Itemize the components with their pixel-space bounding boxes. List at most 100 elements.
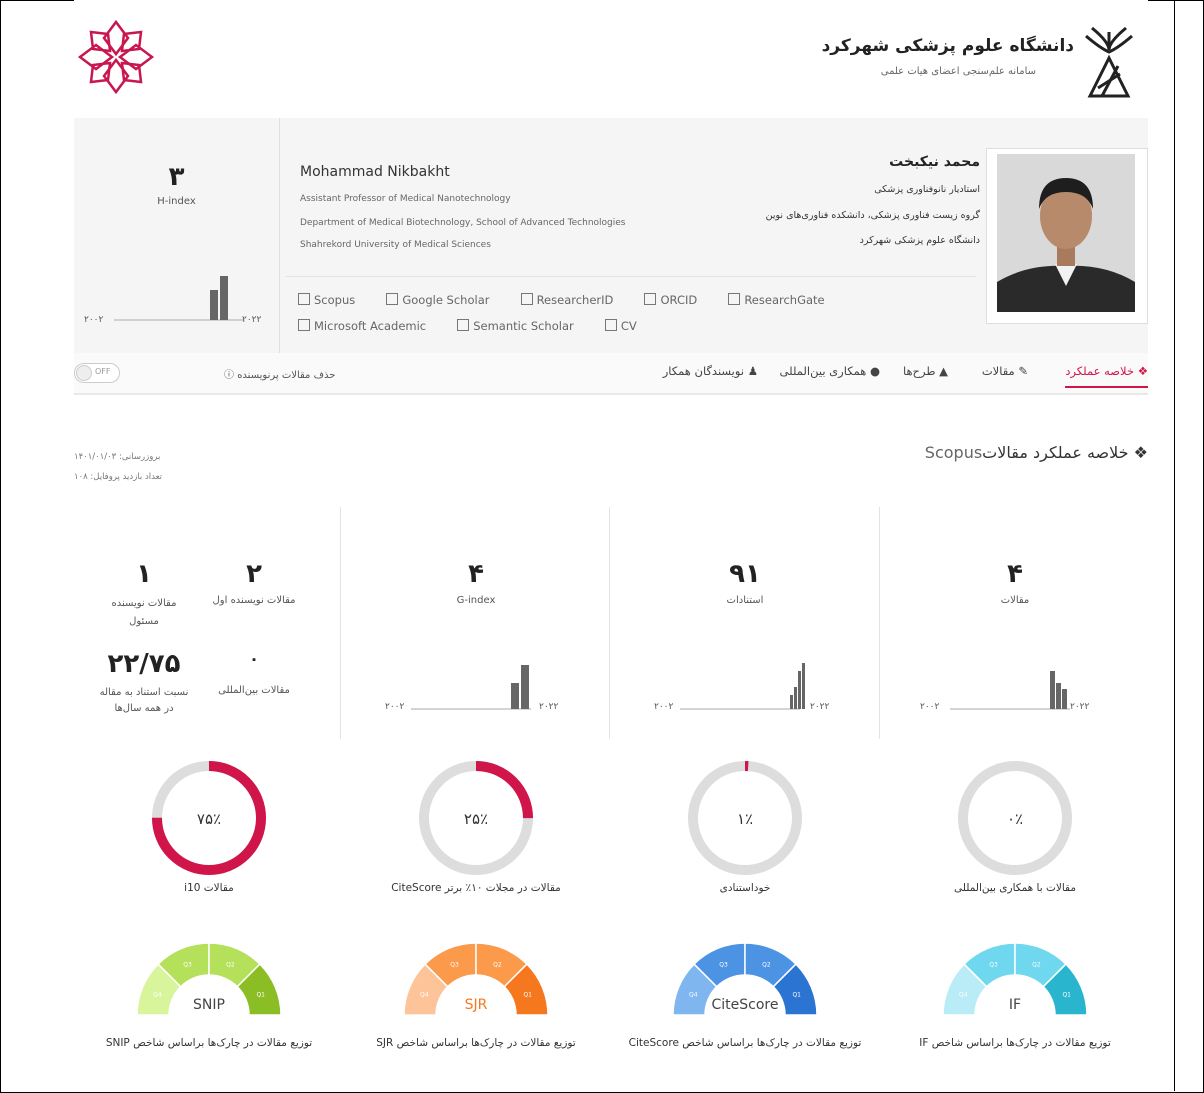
gauge-quartile-label: Q1 (792, 992, 801, 999)
gauge-name: SNIP (193, 997, 225, 1013)
gindex-value: ۴ (468, 559, 484, 589)
gauge-name: IF (1009, 997, 1021, 1013)
gauge-quartile-label: Q1 (523, 992, 532, 999)
first-author-label: مقالات نویسنده اول (212, 595, 296, 606)
profile-card: ۳ H-index ۲۰۰۲ ۲۰۲۲ Mohammad Nikbakht As… (74, 118, 1148, 353)
hindex-bar (220, 276, 228, 320)
tab-international[interactable]: ● همکاری بین‌المللی (780, 364, 880, 378)
gauge-quartile-label: Q4 (420, 992, 429, 999)
link-label: CV (620, 319, 637, 333)
title-en: Assistant Professor of Medical Nanotechn… (300, 194, 511, 204)
link-label: ORCID (660, 293, 698, 307)
first-author-value: ۲ (246, 559, 262, 589)
title-fa: استادیار نانوفناوری پزشکی (874, 184, 980, 195)
university-title: دانشگاه علوم پزشکی شهرکرد (821, 36, 1074, 56)
name-fa: محمد نیکبخت (889, 154, 980, 170)
hindex-panel: ۳ H-index ۲۰۰۲ ۲۰۲۲ (74, 118, 280, 353)
gauge-name: SJR (465, 997, 488, 1013)
remove-multiauthor-toggle[interactable]: OFF (74, 363, 120, 383)
toggle-label-text: حذف مقالات پرنویسنده (237, 370, 336, 381)
gauge-quartile-label: Q3 (989, 961, 998, 968)
author-stats: ۲ مقالات نویسنده اول ۱ مقالات نویسنده مس… (74, 507, 344, 739)
external-link-icon (457, 319, 470, 331)
gauge-chart-if: Q4 Q3 Q2 Q1 IF (942, 942, 1088, 1016)
gindex-bar (521, 665, 529, 709)
corresponding-value: ۱ (136, 559, 152, 589)
ratio-label: نسبت استناد به مقاله در همه سال‌ها (99, 687, 189, 714)
summary-title-text: خلاصه عملکرد مقالات (982, 443, 1129, 462)
tab-projects[interactable]: ▲ طرح‌ها (903, 364, 948, 378)
gauge-quartile-label: Q3 (719, 961, 728, 968)
profile-visits: تعداد بازدید پروفایل: ۱۰۸ (74, 472, 163, 482)
donut-selfcite-label: خوداستنادی (719, 882, 771, 894)
donut-selfcite: ۱٪ خوداستنادی (610, 758, 880, 898)
gauge-quartile-label: Q4 (959, 992, 968, 999)
gauge-citescore: Q4 Q3 Q2 Q1 CiteScore توزیع مقالات در چارک‌ه… (610, 935, 880, 1055)
articles-axis-start: ۲۰۰۲ (920, 702, 940, 712)
citations-value: ۹۱ (729, 559, 761, 589)
link-orcid[interactable]: ORCID (644, 292, 697, 307)
link-scopus[interactable]: Scopus (298, 292, 355, 307)
flower-logo-icon (77, 19, 155, 95)
gauge-quartile-label: Q3 (183, 961, 192, 968)
cubes-icon: ❖ (1137, 364, 1148, 378)
header: دانشگاه علوم پزشکی شهرکرد سامانه علم‌سنج… (74, 0, 1148, 117)
gauge-quartile-label: Q2 (493, 961, 502, 968)
tab-coauthors[interactable]: ♟ نویسندگان همکار (663, 364, 758, 378)
globe-icon: ● (869, 364, 880, 378)
link-researchgate[interactable]: ResearchGate (728, 292, 825, 307)
gauge-snip: Q4 Q3 Q2 Q1 SNIP توزیع مقالات در چارک‌ها برا… (74, 935, 344, 1055)
gauge-chart-snip: Q4 Q3 Q2 Q1 SNIP (136, 942, 282, 1016)
link-microsoft-academic[interactable]: Microsoft Academic (298, 318, 426, 333)
gauge-chart-sjr: Q4 Q3 Q2 Q1 SJR (403, 942, 549, 1016)
donut-intl-label: مقالات با همکاری بین‌المللی (953, 882, 1076, 894)
external-link-icon (298, 319, 310, 331)
university-brand[interactable]: دانشگاه علوم پزشکی شهرکرد سامانه علم‌سنج… (736, 22, 1136, 102)
citations-stat: ۹۱ استنادات ۲۰۰۲ ۲۰۲۲ (610, 507, 880, 739)
citations-axis-end: ۲۰۲۲ (810, 702, 830, 712)
link-label: Google Scholar (402, 293, 490, 307)
gauge-quartile-label: Q4 (689, 992, 698, 999)
tab-summary[interactable]: ❖ خلاصه عملکرد (1065, 364, 1148, 388)
link-cv[interactable]: CV (604, 318, 637, 333)
link-google-scholar[interactable]: Google Scholar (386, 292, 489, 307)
external-link-icon (644, 293, 657, 305)
external-link-icon (728, 293, 741, 305)
toggle-state: OFF (95, 367, 111, 376)
donut-value: ۲۵٪ (464, 810, 488, 828)
tab-articles[interactable]: ✎ مقالات (982, 364, 1028, 378)
person-icon (997, 154, 1135, 312)
tab-bar: OFF حذف مقالات پرنویسنده ⓘ ❖ خلاصه عملکر… (74, 353, 1148, 395)
gindex-stat: ۴ G-index ۲۰۰۲ ۲۰۲۲ (341, 507, 611, 739)
articles-value: ۴ (1007, 559, 1023, 589)
profile-photo (997, 154, 1135, 312)
donut-i10: ۷۵٪ مقالات i10 (74, 758, 344, 898)
donut-value: ۷۵٪ (197, 810, 221, 828)
tab-international-label: همکاری بین‌المللی (779, 364, 867, 378)
link-researcherid[interactable]: ResearcherID (520, 292, 614, 307)
intl-value: ۰ (249, 649, 259, 668)
cubes-icon: ❖ (1133, 443, 1148, 462)
donut-value: ۰٪ (1007, 810, 1023, 828)
gauge-quartile-label: Q2 (1032, 961, 1041, 968)
link-label: ResearcherID (536, 293, 614, 307)
donut-i10-label: مقالات i10 (184, 882, 234, 894)
gindex-label: G-index (456, 595, 496, 606)
donut-value: ۱٪ (737, 810, 753, 828)
donut-top10-label: مقالات در مجلات ۱۰٪ برتر CiteScore (391, 882, 561, 894)
link-label: Microsoft Academic (314, 319, 427, 333)
link-semantic-scholar[interactable]: Semantic Scholar (457, 318, 574, 333)
hindex-bar (210, 290, 218, 320)
department-en: Department of Medical Biotechnology, Sch… (300, 218, 626, 228)
gauge-quartile-label: Q4 (153, 992, 162, 999)
gauge-quartile-label: Q1 (1062, 992, 1071, 999)
page: دانشگاه علوم پزشکی شهرکرد سامانه علم‌سنج… (74, 0, 1148, 1093)
citations-bar (802, 663, 805, 709)
articles-axis-end: ۲۰۲۲ (1070, 702, 1090, 712)
info-panel: Mohammad Nikbakht Assistant Professor of… (280, 118, 980, 353)
donut-top10: ۲۵٪ مقالات در مجلات ۱۰٪ برتر CiteScore (341, 758, 611, 898)
help-icon[interactable]: ⓘ (224, 370, 234, 381)
articles-chart (950, 671, 1070, 710)
hindex-axis-start: ۲۰۰۲ (84, 315, 104, 325)
pencil-icon: ✎ (1018, 364, 1028, 378)
